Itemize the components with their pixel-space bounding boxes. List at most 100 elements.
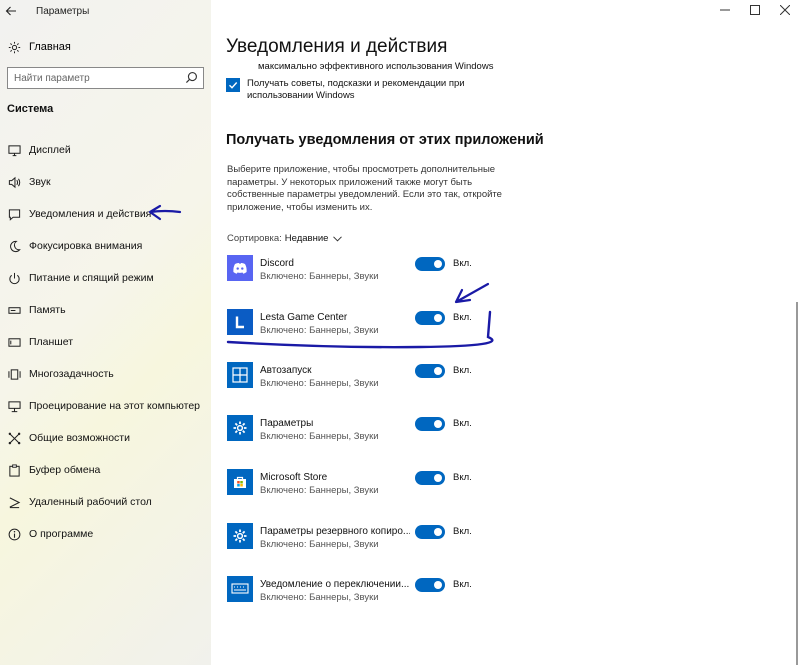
store-icon — [227, 469, 253, 495]
multitasking-icon — [6, 366, 22, 382]
sidebar-item-focus-assist[interactable]: Фокусировка внимания — [0, 230, 211, 262]
toggle-label: Вкл. — [453, 312, 472, 323]
home-gear-icon — [0, 41, 28, 54]
app-name: Lesta Game Center — [260, 312, 348, 323]
minimize-button[interactable] — [710, 0, 740, 20]
app-status: Включено: Баннеры, Звуки — [260, 271, 379, 282]
toggle-label: Вкл. — [453, 472, 472, 483]
sidebar-item-tablet[interactable]: Планшет — [0, 326, 211, 358]
minimize-icon — [720, 9, 730, 11]
notification-icon — [6, 206, 22, 222]
app-status: Включено: Баннеры, Звуки — [260, 539, 379, 550]
shared-experiences-icon — [6, 430, 22, 446]
sidebar-item-label: Общие возможности — [29, 432, 130, 444]
close-button[interactable] — [770, 0, 800, 20]
sidebar-item-label: Буфер обмена — [29, 464, 101, 476]
app-row-microsoft-store[interactable]: Microsoft Store Включено: Баннеры, Звуки… — [227, 467, 487, 499]
tips-checkbox[interactable] — [226, 78, 240, 92]
app-row-keyboard-switch[interactable]: Уведомление о переключении... Включено: … — [227, 574, 487, 606]
notifications-toggle[interactable] — [415, 417, 445, 431]
toggle-label: Вкл. — [453, 258, 472, 269]
back-button[interactable] — [0, 0, 22, 22]
scrollbar[interactable] — [792, 20, 800, 665]
app-status: Включено: Баннеры, Звуки — [260, 592, 379, 603]
sidebar-item-label: Фокусировка внимания — [29, 240, 143, 252]
close-icon — [780, 5, 790, 15]
app-row-autoplay[interactable]: Автозапуск Включено: Баннеры, Звуки Вкл. — [227, 360, 487, 392]
sidebar-item-label: Многозадачность — [29, 368, 114, 380]
maximize-icon — [750, 5, 760, 15]
notifications-toggle[interactable] — [415, 364, 445, 378]
sidebar-item-about[interactable]: О программе — [0, 518, 211, 550]
discord-icon — [227, 255, 253, 281]
sidebar-item-remote-desktop[interactable]: Удаленный рабочий стол — [0, 486, 211, 518]
sidebar-item-notifications[interactable]: Уведомления и действия — [0, 198, 211, 230]
sidebar-home[interactable]: Главная — [0, 36, 211, 58]
apps-description: Выберите приложение, чтобы просмотреть д… — [227, 164, 502, 213]
notifications-toggle[interactable] — [415, 525, 445, 539]
display-icon — [6, 142, 22, 158]
app-status: Включено: Баннеры, Звуки — [260, 325, 379, 336]
settings-gear-icon — [227, 415, 253, 441]
sidebar: Параметры Главная Система Дисплей Звук У… — [0, 0, 211, 665]
app-name: Microsoft Store — [260, 472, 328, 483]
sidebar-item-label: Удаленный рабочий стол — [29, 496, 152, 508]
search-icon[interactable] — [185, 71, 198, 84]
app-row-discord[interactable]: Discord Включено: Баннеры, Звуки Вкл. — [227, 253, 487, 285]
sidebar-item-label: Проецирование на этот компьютер — [29, 400, 200, 412]
app-status: Включено: Баннеры, Звуки — [260, 378, 379, 389]
notifications-toggle[interactable] — [415, 311, 445, 325]
tips-setting: Получать советы, подсказки и рекомендаци… — [226, 78, 507, 102]
scrollbar-thumb[interactable] — [796, 302, 798, 665]
toggle-label: Вкл. — [453, 579, 472, 590]
app-row-lesta-game-center[interactable]: Lesta Game Center Включено: Баннеры, Зву… — [227, 307, 487, 339]
app-name: Параметры — [260, 418, 314, 429]
sidebar-item-label: Питание и спящий режим — [29, 272, 154, 284]
chevron-down-icon — [333, 235, 343, 242]
back-arrow-icon — [5, 6, 16, 16]
power-icon — [6, 270, 22, 286]
remote-desktop-icon — [6, 494, 22, 510]
maximize-button[interactable] — [740, 0, 770, 20]
autoplay-icon — [227, 362, 253, 388]
sidebar-item-label: Память — [29, 304, 66, 316]
app-name: Уведомление о переключении... — [260, 579, 410, 590]
clipboard-icon — [6, 462, 22, 478]
speaker-icon — [6, 174, 22, 190]
notifications-toggle[interactable] — [415, 257, 445, 271]
notifications-toggle[interactable] — [415, 471, 445, 485]
app-status: Включено: Баннеры, Звуки — [260, 431, 379, 442]
partially-hidden-text: максимально эффективного использования W… — [258, 61, 494, 72]
search-input[interactable] — [14, 72, 174, 84]
sort-dropdown[interactable]: Сортировка: Недавние — [227, 233, 343, 244]
tablet-icon — [6, 334, 22, 350]
sidebar-item-multitasking[interactable]: Многозадачность — [0, 358, 211, 390]
sidebar-item-sound[interactable]: Звук — [0, 166, 211, 198]
checkmark-icon — [229, 82, 238, 89]
window-controls — [710, 0, 800, 20]
sidebar-item-power[interactable]: Питание и спящий режим — [0, 262, 211, 294]
storage-icon — [6, 302, 22, 318]
sidebar-item-shared-experiences[interactable]: Общие возможности — [0, 422, 211, 454]
main-content: Уведомления и действия максимально эффек… — [211, 0, 800, 665]
app-row-backup-settings[interactable]: Параметры резервного копиро... Включено:… — [227, 521, 487, 553]
info-icon — [6, 526, 22, 542]
sidebar-item-label: Планшет — [29, 336, 74, 348]
sidebar-item-label: Уведомления и действия — [29, 208, 152, 220]
keyboard-switch-icon — [227, 576, 253, 602]
sidebar-item-storage[interactable]: Память — [0, 294, 211, 326]
sidebar-nav: Дисплей Звук Уведомления и действия Фоку… — [0, 134, 211, 550]
sidebar-item-projecting[interactable]: Проецирование на этот компьютер — [0, 390, 211, 422]
sidebar-item-label: Звук — [29, 176, 51, 188]
notifications-toggle[interactable] — [415, 578, 445, 592]
sidebar-item-display[interactable]: Дисплей — [0, 134, 211, 166]
search-box[interactable] — [7, 67, 204, 89]
toggle-label: Вкл. — [453, 365, 472, 376]
toggle-label: Вкл. — [453, 526, 472, 537]
title-bar: Параметры — [0, 0, 211, 22]
apps-heading: Получать уведомления от этих приложений — [226, 132, 544, 148]
lesta-icon — [227, 309, 253, 335]
app-name: Параметры резервного копиро... — [260, 526, 410, 537]
app-row-settings[interactable]: Параметры Включено: Баннеры, Звуки Вкл. — [227, 413, 487, 445]
sidebar-item-clipboard[interactable]: Буфер обмена — [0, 454, 211, 486]
